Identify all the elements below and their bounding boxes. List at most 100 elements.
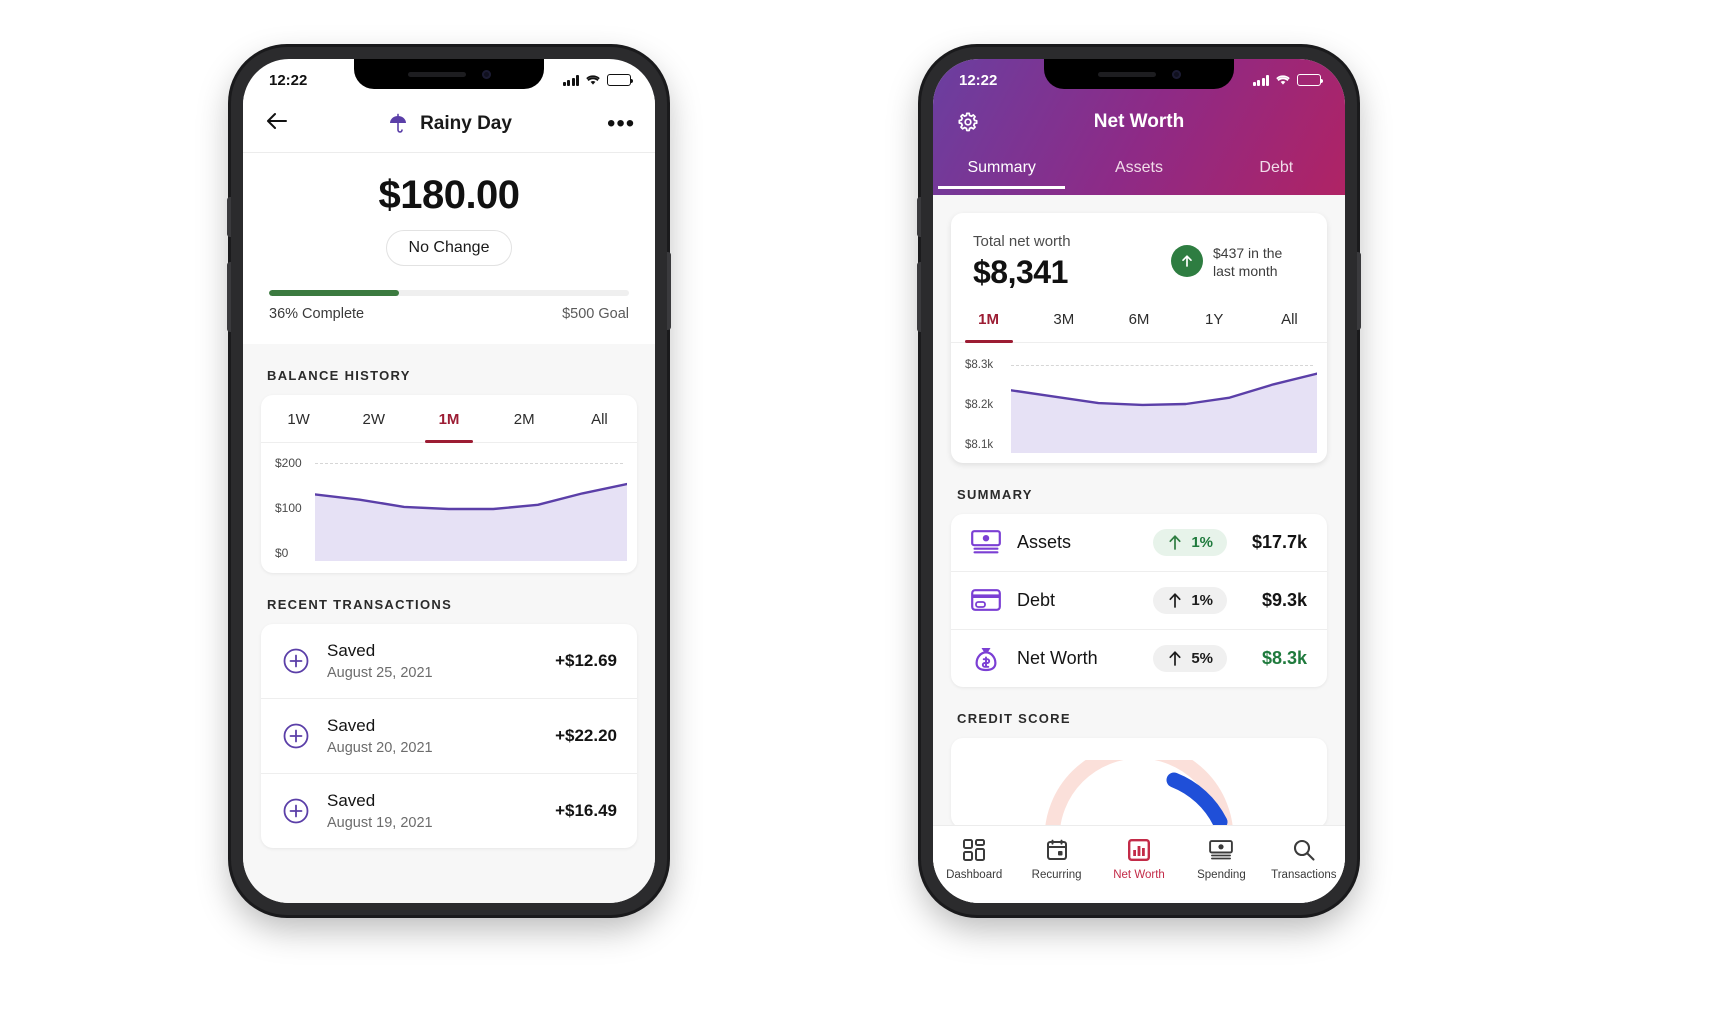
transaction-date: August 25, 2021 (327, 665, 433, 681)
y-tick-label: $200 (275, 456, 302, 470)
power-button (1357, 252, 1361, 330)
net-worth-sparkline (1011, 355, 1317, 453)
range-tab-3m[interactable]: 3M (1026, 295, 1101, 342)
battery-icon (1297, 74, 1323, 86)
wifi-icon (1276, 75, 1290, 85)
sparkline-svg (1011, 355, 1317, 453)
transaction-row[interactable]: Saved August 20, 2021 +$22.20 (261, 699, 637, 774)
credit-score-card[interactable] (951, 738, 1327, 828)
right-nav-bar: Net Worth (933, 95, 1345, 149)
goal-hero: $180.00 No Change 36% Complete $500 Goal (243, 153, 655, 344)
right-screen: 12:22 Net Worth Summary Assets Debt Tota… (933, 59, 1345, 903)
change-status-badge[interactable]: No Change (385, 230, 513, 266)
transaction-amount: +$12.69 (555, 651, 617, 670)
gear-icon[interactable] (955, 109, 981, 135)
y-tick-label: $0 (275, 546, 289, 560)
front-camera-icon (481, 69, 491, 79)
range-tab-1w[interactable]: 1W (261, 395, 336, 442)
right-scroll-body: Total net worth $8,341 $437 in the last … (933, 195, 1345, 903)
summary-row-value: $9.3k (1261, 590, 1307, 610)
summary-change-badge: 5% (1153, 645, 1227, 672)
notch (354, 59, 544, 89)
summary-row-label: Assets (1017, 532, 1072, 552)
summary-heading: SUMMARY (957, 487, 1033, 502)
range-tab-1m[interactable]: 1M (951, 295, 1026, 343)
goal-balance-amount: $180.00 (378, 173, 520, 217)
change-pill-wrap: No Change (269, 230, 629, 266)
credit-score-heading: CREDIT SCORE (957, 711, 1071, 726)
tabbar-item-dashboard[interactable]: Dashboard (933, 838, 1015, 881)
tab-summary[interactable]: Summary (933, 149, 1070, 189)
phone-right: 12:22 Net Worth Summary Assets Debt Tota… (917, 47, 1361, 915)
tabbar-item-spending[interactable]: Spending (1180, 838, 1262, 881)
cash-icon (1209, 838, 1234, 862)
tabbar-item-recurring[interactable]: Recurring (1015, 838, 1097, 881)
goal-progress-fill (269, 290, 399, 296)
transaction-meta: Saved August 20, 2021 (327, 716, 555, 756)
summary-list: Assets 1% $17.7k Debt 1% $9.3k Net Worth 5% $8.3… (951, 514, 1327, 687)
summary-row[interactable]: Assets 1% $17.7k (951, 514, 1327, 572)
range-tab-all[interactable]: All (562, 395, 637, 442)
range-tab-1y[interactable]: 1Y (1177, 295, 1252, 342)
goal-progress-labels: 36% Complete $500 Goal (269, 306, 629, 322)
cash-icon (971, 529, 1001, 556)
cellular-bars-icon (1252, 74, 1269, 86)
dashboard-grid-icon (962, 838, 986, 862)
y-tick-label: $100 (275, 501, 302, 515)
range-tab-2w[interactable]: 2W (336, 395, 411, 442)
balance-history-card: 1W 2W 1M 2M All $200 $100 $0 (261, 395, 637, 573)
right-page-title: Net Worth (1093, 111, 1185, 132)
summary-row[interactable]: Net Worth 5% $8.3k (951, 630, 1327, 687)
bottom-tab-bar: Dashboard Recurring Net Worth Spending Trans… (933, 825, 1345, 903)
transaction-title: Saved (327, 716, 376, 735)
net-worth-values: Total net worth $8,341 (973, 233, 1171, 291)
more-options-icon[interactable]: ••• (607, 110, 634, 138)
balance-range-tabs: 1W 2W 1M 2M All (261, 395, 637, 443)
arrow-up-icon (1169, 651, 1181, 666)
credit-score-gauge-icon (1045, 760, 1233, 828)
range-tab-2m[interactable]: 2M (487, 395, 562, 442)
range-tab-all[interactable]: All (1252, 295, 1327, 342)
summary-row-label: Debt (1017, 590, 1056, 610)
transaction-row[interactable]: Saved August 19, 2021 +$16.49 (261, 774, 637, 848)
net-worth-delta-text: $437 in the last month (1213, 245, 1283, 279)
net-worth-amount: $8,341 (973, 254, 1068, 290)
net-worth-header: Total net worth $8,341 $437 in the last … (951, 213, 1327, 295)
cellular-bars-icon (562, 74, 579, 86)
transaction-amount: +$22.20 (555, 726, 617, 745)
phone-left: 12:22 Rainy Day ••• $180.00 No Change 36… (227, 47, 671, 915)
transaction-meta: Saved August 25, 2021 (327, 641, 555, 681)
tabbar-item-label: Spending (1197, 869, 1246, 881)
range-tab-6m[interactable]: 6M (1101, 295, 1176, 342)
summary-change-value: 5% (1191, 650, 1213, 667)
right-status-time: 12:22 (959, 71, 998, 89)
tab-assets[interactable]: Assets (1070, 149, 1207, 189)
plus-circle-icon (283, 723, 309, 749)
tabbar-item-transactions[interactable]: Transactions (1263, 838, 1345, 881)
transaction-amount: +$16.49 (555, 801, 617, 820)
money-bag-icon (971, 646, 1001, 672)
earpiece-speaker (407, 71, 466, 77)
range-tab-1m[interactable]: 1M (411, 395, 486, 443)
left-scroll-body: $180.00 No Change 36% Complete $500 Goal… (243, 153, 655, 903)
y-tick-label: $8.2k (965, 399, 994, 411)
front-camera-icon (1171, 69, 1181, 79)
tab-debt[interactable]: Debt (1208, 149, 1345, 189)
back-arrow-icon[interactable] (265, 111, 291, 136)
tabbar-item-net-worth[interactable]: Net Worth (1098, 838, 1180, 881)
left-status-indicators (562, 74, 633, 86)
y-tick-label: $8.1k (965, 439, 994, 451)
net-worth-label: Total net worth (973, 233, 1071, 250)
summary-row-value: $8.3k (1261, 648, 1307, 668)
balance-history-heading: BALANCE HISTORY (267, 368, 411, 383)
left-screen: 12:22 Rainy Day ••• $180.00 No Change 36… (243, 59, 655, 903)
recent-transactions-heading: RECENT TRANSACTIONS (267, 597, 453, 612)
plus-circle-icon (281, 796, 311, 826)
plus-circle-icon (283, 798, 309, 824)
transaction-row[interactable]: Saved August 25, 2021 +$12.69 (261, 624, 637, 699)
net-worth-range-tabs: 1M 3M 6M 1Y All (951, 295, 1327, 343)
net-worth-card: Total net worth $8,341 $437 in the last … (951, 213, 1327, 463)
goal-progress-bar (269, 290, 629, 296)
summary-row[interactable]: Debt 1% $9.3k (951, 572, 1327, 630)
bar-chart-icon (1127, 838, 1151, 862)
